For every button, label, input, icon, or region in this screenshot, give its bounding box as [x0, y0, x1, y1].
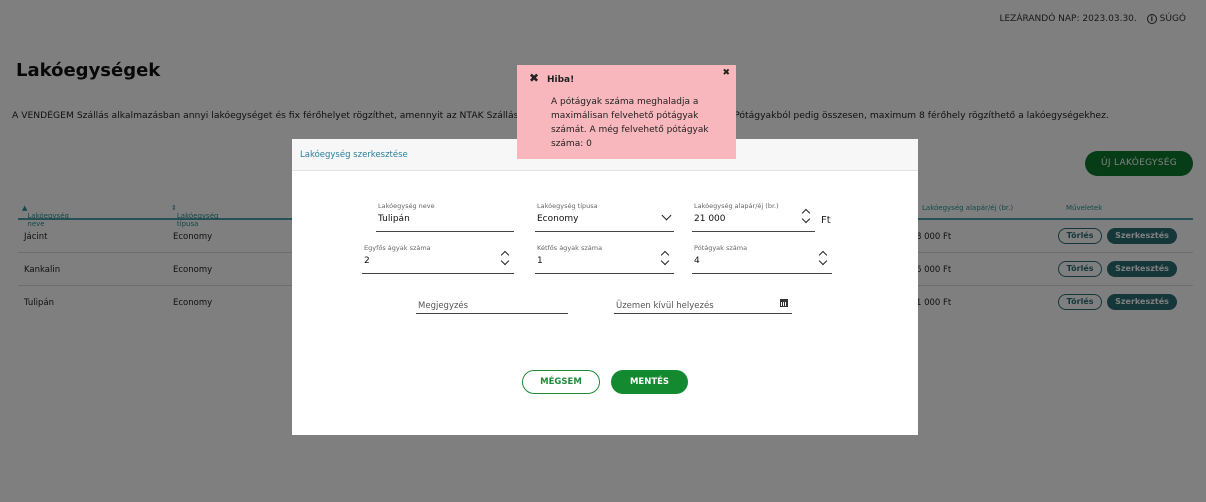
stepper-icon[interactable] [660, 250, 670, 266]
base-price-value: 21 000 [694, 214, 726, 224]
unit-type-label: Lakóegység típusa [537, 202, 598, 210]
stepper-icon[interactable] [801, 208, 811, 224]
toast-title: Hiba! [547, 75, 575, 85]
single-beds-value: 2 [364, 256, 370, 266]
base-price-label: Lakóegység alapár/éj (br.) [694, 202, 779, 210]
unit-type-select[interactable]: Lakóegység típusa Economy [535, 202, 674, 232]
toast-message: A pótágyak száma meghaladja a maximálisa… [551, 97, 709, 149]
extra-beds-label: Pótágyak száma [694, 244, 748, 252]
stepper-icon[interactable] [500, 250, 510, 266]
cancel-button[interactable]: MÉGSEM [522, 370, 600, 394]
note-input[interactable]: Megjegyzés [416, 294, 568, 314]
currency-unit: Ft [821, 215, 831, 226]
calendar-icon[interactable] [780, 299, 788, 307]
unit-type-value: Economy [537, 214, 579, 224]
extra-beds-field[interactable]: Pótágyak száma 4 [692, 244, 832, 274]
unit-name-value: Tulipán [378, 214, 410, 224]
double-beds-value: 1 [537, 256, 543, 266]
base-price-field[interactable]: Lakóegység alapár/éj (br.) 21 000 [692, 202, 815, 232]
single-beds-label: Egyfős ágyak száma [364, 244, 431, 252]
chevron-down-icon[interactable] [661, 210, 672, 221]
stepper-icon[interactable] [818, 250, 828, 266]
error-x-icon: ✖ [529, 71, 540, 85]
unit-name-field[interactable]: Lakóegység neve Tulipán [376, 202, 514, 232]
edit-unit-dialog: Lakóegység szerkesztése Lakóegység neve … [292, 139, 918, 435]
double-beds-label: Kétfős ágyak száma [537, 244, 603, 252]
unit-name-label: Lakóegység neve [378, 202, 435, 210]
extra-beds-value: 4 [694, 256, 700, 266]
out-of-service-input[interactable]: Üzemen kívül helyezés [614, 294, 792, 314]
single-beds-field[interactable]: Egyfős ágyak száma 2 [362, 244, 514, 274]
close-icon[interactable]: ✖ [722, 68, 730, 78]
note-placeholder: Megjegyzés [418, 301, 469, 311]
out-of-service-placeholder: Üzemen kívül helyezés [616, 301, 714, 311]
double-beds-field[interactable]: Kétfős ágyak száma 1 [535, 244, 674, 274]
save-button[interactable]: MENTÉS [611, 370, 688, 394]
error-toast: ✖ ✖ Hiba! A pótágyak száma meghaladja a … [517, 65, 736, 159]
